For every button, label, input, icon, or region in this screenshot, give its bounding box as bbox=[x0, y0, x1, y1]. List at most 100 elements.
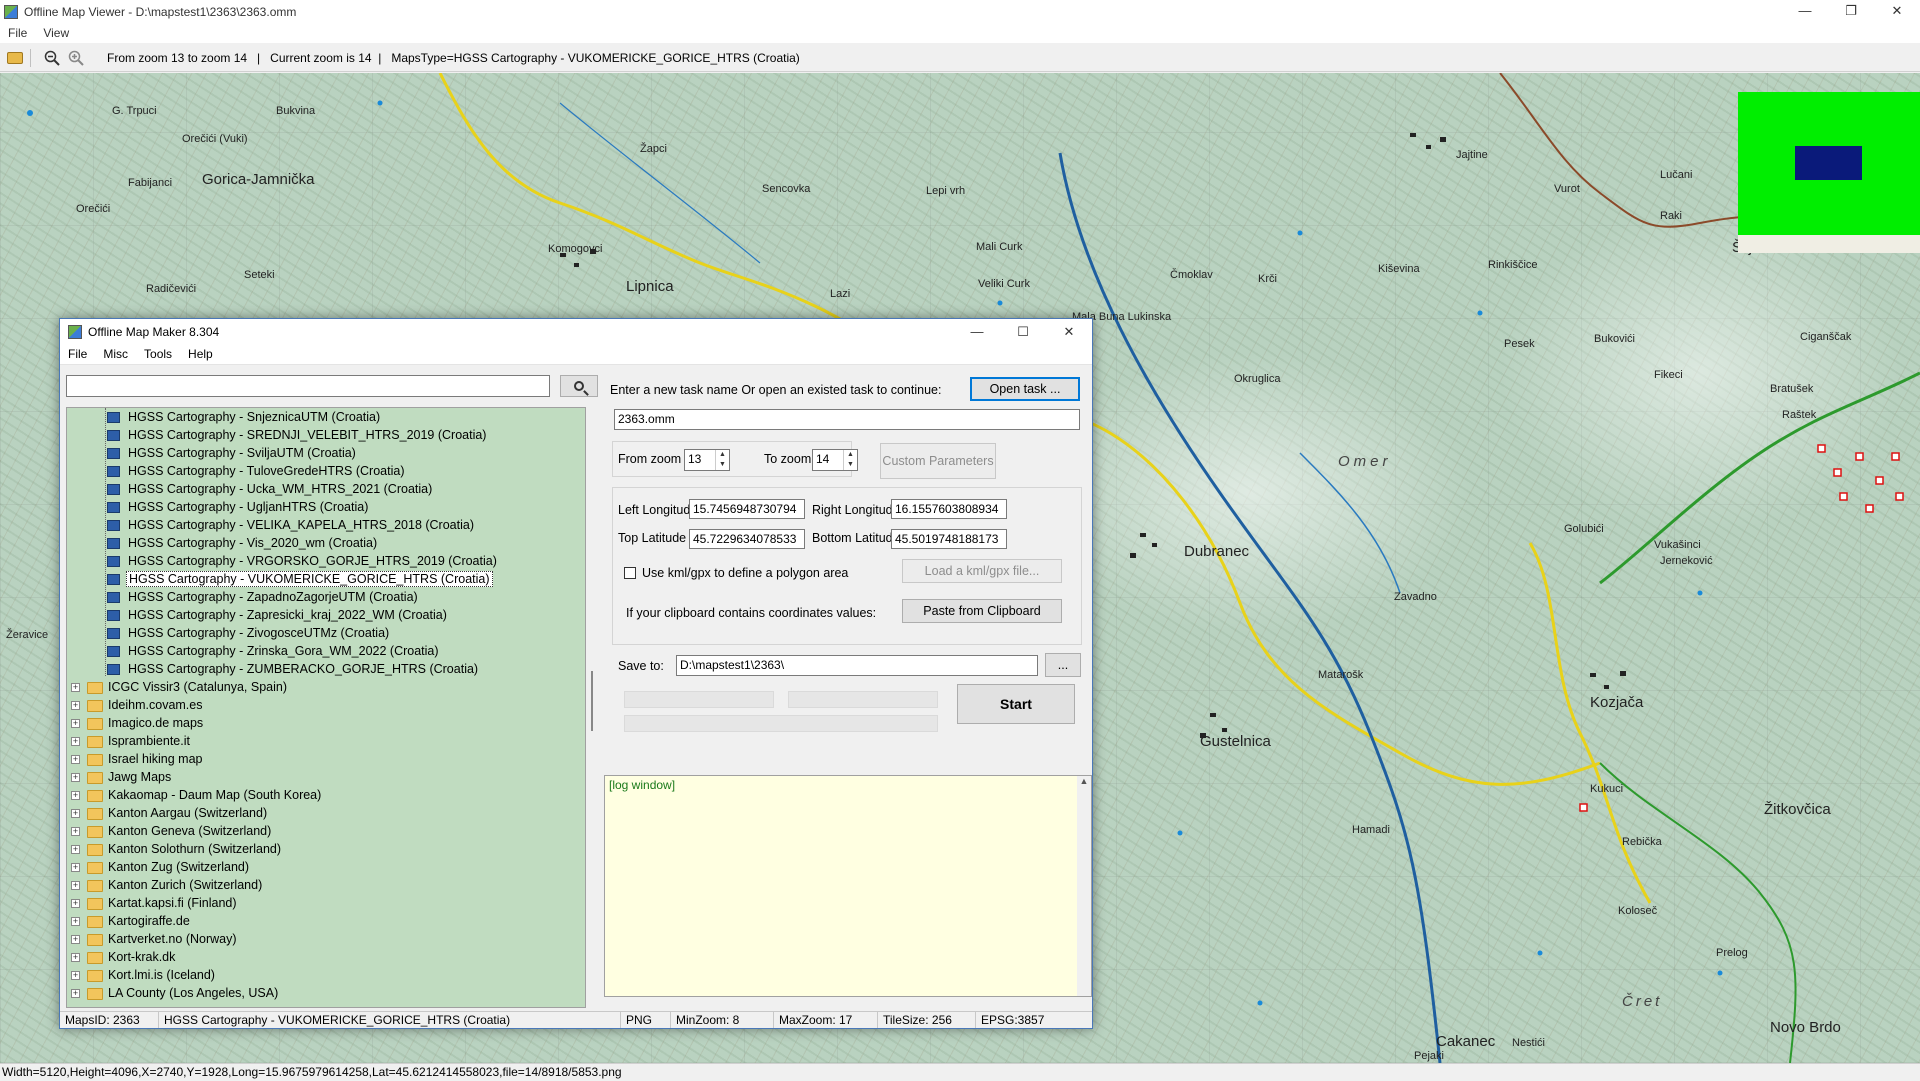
expand-icon[interactable]: + bbox=[71, 863, 80, 873]
tree-map-item[interactable]: HGSS Cartography - ZivogosceUTMz (Croati… bbox=[67, 624, 585, 642]
tree-group-item[interactable]: + LA County (Los Angeles, USA) bbox=[67, 984, 585, 1002]
left-longitude-field[interactable]: 15.7456948730794 bbox=[689, 499, 805, 519]
tree-group-item[interactable]: + Kanton Zug (Switzerland) bbox=[67, 858, 585, 876]
status-max-zoom: MaxZoom: 17 bbox=[774, 1012, 878, 1028]
open-folder-icon[interactable] bbox=[6, 49, 24, 67]
expand-icon[interactable]: + bbox=[71, 899, 80, 909]
tree-group-item[interactable]: + Kanton Geneva (Switzerland) bbox=[67, 822, 585, 840]
tree-group-item[interactable]: + ICGC Vissir3 (Catalunya, Spain) bbox=[67, 678, 585, 696]
expand-icon[interactable]: + bbox=[71, 827, 80, 837]
map-label: Gorica-Jamnička bbox=[202, 171, 315, 188]
dialog-titlebar[interactable]: Offline Map Maker 8.304 — ☐ ✕ bbox=[60, 319, 1092, 344]
maps-search-input[interactable] bbox=[66, 375, 550, 397]
tree-map-item[interactable]: HGSS Cartography - UgljanHTRS (Croatia) bbox=[67, 498, 585, 516]
expand-icon[interactable]: + bbox=[71, 845, 80, 855]
tree-group-item[interactable]: + Jawg Maps bbox=[67, 768, 585, 786]
minimize-button[interactable]: — bbox=[1782, 0, 1828, 23]
dialog-menu-tools[interactable]: Tools bbox=[136, 347, 180, 361]
tree-map-item[interactable]: HGSS Cartography - SviljaUTM (Croatia) bbox=[67, 444, 585, 462]
tree-map-item[interactable]: HGSS Cartography - Zrinska_Gora_WM_2022 … bbox=[67, 642, 585, 660]
tree-group-item[interactable]: + Kartat.kapsi.fi (Finland) bbox=[67, 894, 585, 912]
tree-group-item[interactable]: + Kanton Aargau (Switzerland) bbox=[67, 804, 585, 822]
tree-group-item[interactable]: + Kanton Zurich (Switzerland) bbox=[67, 876, 585, 894]
zoom-in-icon[interactable] bbox=[67, 49, 85, 67]
to-zoom-spinner[interactable]: 14 ▲ ▼ bbox=[812, 449, 858, 471]
tree-group-item[interactable]: + Ideihm.covam.es bbox=[67, 696, 585, 714]
dialog-menu-file[interactable]: File bbox=[60, 347, 95, 361]
tree-map-item[interactable]: HGSS Cartography - VRGORSKO_GORJE_HTRS_2… bbox=[67, 552, 585, 570]
tree-map-item[interactable]: HGSS Cartography - VUKOMERICKE_GORICE_HT… bbox=[67, 570, 585, 588]
tree-map-item[interactable]: HGSS Cartography - TuloveGredeHTRS (Croa… bbox=[67, 462, 585, 480]
tree-map-item[interactable]: HGSS Cartography - ZUMBERACKO_GORJE_HTRS… bbox=[67, 660, 585, 678]
top-latitude-field[interactable]: 45.7229634078533 bbox=[689, 529, 805, 549]
expand-icon[interactable]: + bbox=[71, 935, 80, 945]
close-button[interactable]: ✕ bbox=[1874, 0, 1920, 23]
use-kml-checkbox[interactable] bbox=[624, 567, 636, 579]
map-label: Čmoklav bbox=[1170, 269, 1213, 281]
spinner-arrows-icon[interactable]: ▲ ▼ bbox=[843, 450, 857, 470]
tree-group-item[interactable]: + Kartverket.no (Norway) bbox=[67, 930, 585, 948]
maximize-button[interactable]: ❐ bbox=[1828, 0, 1874, 23]
expand-icon[interactable]: + bbox=[71, 755, 80, 765]
task-name-field[interactable]: 2363.omm bbox=[614, 409, 1080, 430]
bottom-latitude-field[interactable]: 45.5019748188173 bbox=[891, 529, 1007, 549]
open-task-button[interactable]: Open task ... bbox=[970, 377, 1080, 401]
expand-icon[interactable]: + bbox=[71, 953, 80, 963]
tree-map-item[interactable]: HGSS Cartography - SnjeznicaUTM (Croatia… bbox=[67, 408, 585, 426]
map-label: Koloseč bbox=[1618, 905, 1658, 917]
load-kml-button[interactable]: Load a kml/gpx file... bbox=[902, 559, 1062, 583]
expand-icon[interactable]: + bbox=[71, 989, 80, 999]
tree-map-item[interactable]: HGSS Cartography - Ucka_WM_HTRS_2021 (Cr… bbox=[67, 480, 585, 498]
tree-map-item[interactable]: HGSS Cartography - VELIKA_KAPELA_HTRS_20… bbox=[67, 516, 585, 534]
expand-icon[interactable]: + bbox=[71, 773, 80, 783]
map-label: Lazi bbox=[830, 288, 851, 300]
paste-from-clipboard-button[interactable]: Paste from Clipboard bbox=[902, 599, 1062, 623]
tree-group-item[interactable]: + Isprambiente.it bbox=[67, 732, 585, 750]
overview-viewport-box[interactable] bbox=[1795, 146, 1862, 180]
tree-group-item[interactable]: + Kartogiraffe.de bbox=[67, 912, 585, 930]
expand-icon[interactable]: + bbox=[71, 971, 80, 981]
expand-icon[interactable]: + bbox=[71, 683, 80, 693]
map-layer-icon bbox=[107, 412, 120, 424]
expand-icon[interactable]: + bbox=[71, 701, 80, 711]
right-longitude-field[interactable]: 16.1557603808934 bbox=[891, 499, 1007, 519]
dialog-menu-misc[interactable]: Misc bbox=[95, 347, 136, 361]
expand-icon[interactable]: + bbox=[71, 809, 80, 819]
expand-icon[interactable]: + bbox=[71, 791, 80, 801]
map-label: Rinkiščice bbox=[1488, 259, 1538, 271]
spinner-arrows-icon[interactable]: ▲ ▼ bbox=[715, 450, 729, 470]
tree-scroll-thumb[interactable] bbox=[591, 671, 593, 731]
overview-minimap[interactable] bbox=[1738, 92, 1920, 235]
tree-map-item[interactable]: HGSS Cartography - Vis_2020_wm (Croatia) bbox=[67, 534, 585, 552]
dialog-menu-help[interactable]: Help bbox=[180, 347, 221, 361]
start-button[interactable]: Start bbox=[957, 684, 1075, 724]
menu-file[interactable]: File bbox=[0, 26, 35, 40]
map-label: Krči bbox=[1258, 273, 1277, 285]
tree-scrollbar[interactable] bbox=[588, 407, 600, 1008]
from-zoom-spinner[interactable]: 13 ▲ ▼ bbox=[684, 449, 730, 471]
status-tile-size: TileSize: 256 bbox=[878, 1012, 976, 1028]
folder-icon bbox=[87, 969, 103, 982]
tree-group-item[interactable]: + Imagico.de maps bbox=[67, 714, 585, 732]
tree-map-item[interactable]: HGSS Cartography - ZapadnoZagorjeUTM (Cr… bbox=[67, 588, 585, 606]
tree-group-item[interactable]: + Kort-krak.dk bbox=[67, 948, 585, 966]
tree-group-item[interactable]: + Kakaomap - Daum Map (South Korea) bbox=[67, 786, 585, 804]
expand-icon[interactable]: + bbox=[71, 737, 80, 747]
log-window[interactable]: [log window] ▲ bbox=[604, 775, 1092, 997]
save-to-field[interactable]: D:\mapstest1\2363\ bbox=[676, 655, 1038, 676]
custom-parameters-button[interactable]: Custom Parameters bbox=[880, 443, 996, 479]
expand-icon[interactable]: + bbox=[71, 917, 80, 927]
expand-icon[interactable]: + bbox=[71, 719, 80, 729]
browse-button[interactable]: ... bbox=[1045, 653, 1081, 677]
menu-view[interactable]: View bbox=[35, 26, 77, 40]
search-button[interactable] bbox=[560, 375, 598, 397]
tree-map-item[interactable]: HGSS Cartography - SREDNJI_VELEBIT_HTRS_… bbox=[67, 426, 585, 444]
log-scrollbar[interactable]: ▲ bbox=[1077, 776, 1091, 996]
tree-map-item[interactable]: HGSS Cartography - Zapresicki_kraj_2022_… bbox=[67, 606, 585, 624]
zoom-out-icon[interactable] bbox=[43, 49, 61, 67]
tree-group-item[interactable]: + Israel hiking map bbox=[67, 750, 585, 768]
maps-tree[interactable]: HGSS Cartography - SnjeznicaUTM (Croatia… bbox=[66, 407, 586, 1008]
tree-group-item[interactable]: + Kanton Solothurn (Switzerland) bbox=[67, 840, 585, 858]
expand-icon[interactable]: + bbox=[71, 881, 80, 891]
tree-group-item[interactable]: + Kort.lmi.is (Iceland) bbox=[67, 966, 585, 984]
